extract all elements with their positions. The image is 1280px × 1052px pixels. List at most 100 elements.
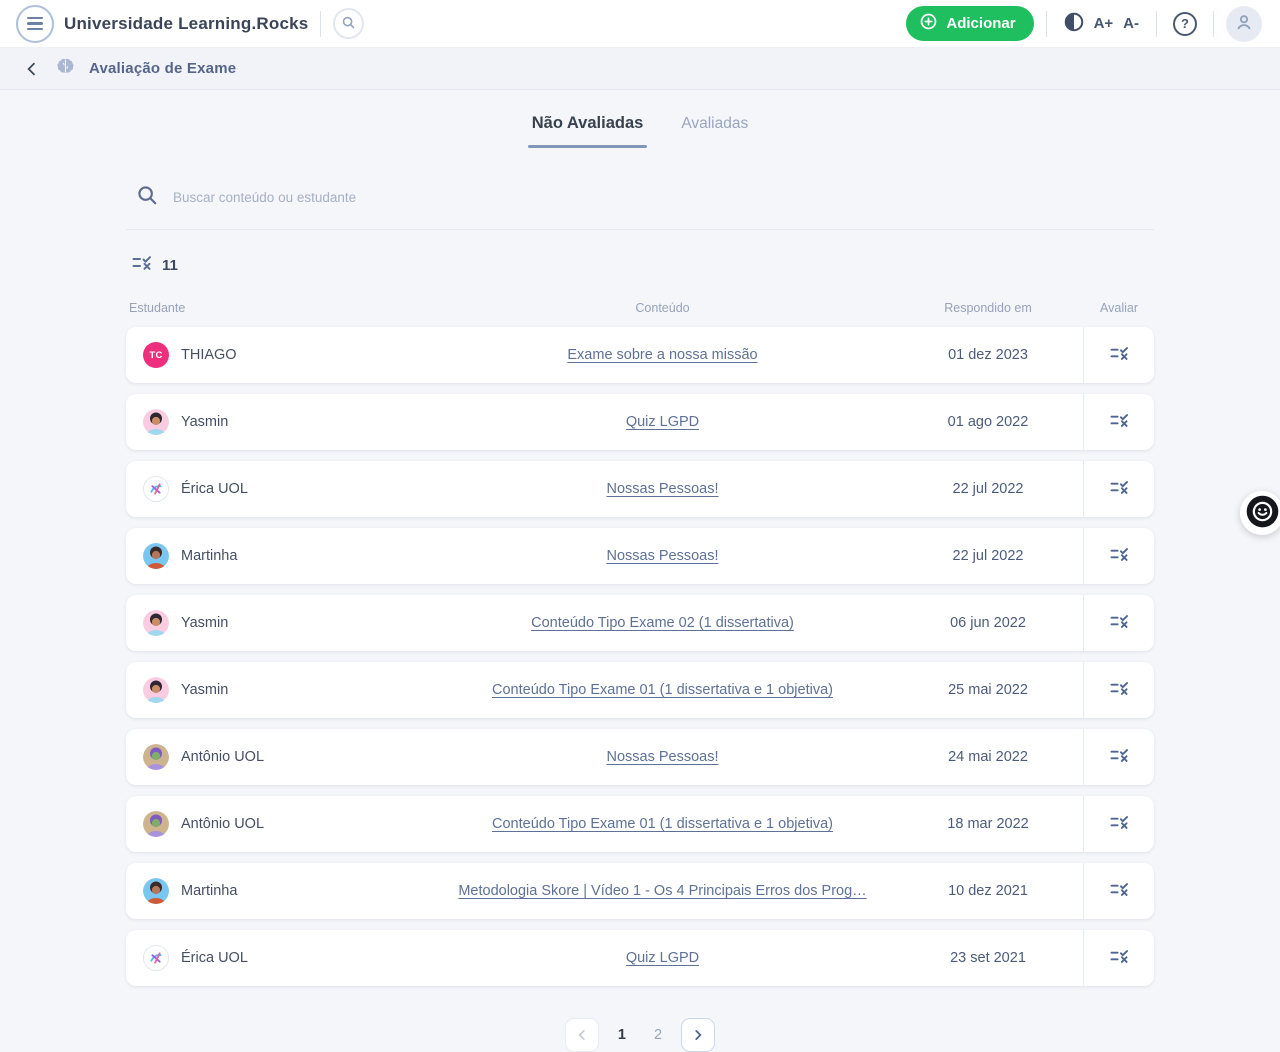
- chevron-left-icon: [578, 1030, 585, 1040]
- content-link[interactable]: Nossas Pessoas!: [606, 481, 718, 497]
- student-cell: Martinha: [126, 528, 432, 584]
- content-cell: Conteúdo Tipo Exame 02 (1 dissertativa): [432, 595, 893, 651]
- pagination-page-1[interactable]: 1: [609, 1023, 635, 1047]
- content-link[interactable]: Conteúdo Tipo Exame 02 (1 dissertativa): [531, 615, 794, 631]
- answered-date: 22 jul 2022: [952, 481, 1024, 497]
- evaluate-icon: [1110, 881, 1129, 901]
- table-row: Antônio UOL Nossas Pessoas! 24 mai 2022: [126, 729, 1154, 785]
- font-decrease-button[interactable]: A-: [1118, 11, 1144, 36]
- evaluate-button[interactable]: [1106, 408, 1133, 436]
- content-cell: Metodologia Skore | Vídeo 1 - Os 4 Princ…: [432, 863, 893, 919]
- student-cell: Antônio UOL: [126, 729, 432, 785]
- content-link[interactable]: Exame sobre a nossa missão: [567, 347, 757, 363]
- content-link[interactable]: Nossas Pessoas!: [606, 548, 718, 564]
- student-name: Yasmin: [181, 615, 229, 631]
- evaluate-button[interactable]: [1106, 743, 1133, 771]
- student-name: Yasmin: [181, 682, 229, 698]
- evaluate-icon: [1110, 613, 1129, 633]
- evaluate-button[interactable]: [1106, 944, 1133, 972]
- plus-circle-icon: [919, 12, 938, 35]
- header-search-button[interactable]: [333, 8, 365, 39]
- answered-date: 01 dez 2023: [948, 347, 1028, 363]
- content-cell: Quiz LGPD: [432, 394, 893, 450]
- student-avatar: [143, 811, 169, 837]
- column-header-estudante: Estudante: [129, 301, 186, 315]
- content-link[interactable]: Metodologia Skore | Vídeo 1 - Os 4 Princ…: [458, 883, 866, 899]
- student-avatar: [143, 543, 169, 569]
- student-name: Érica UOL: [181, 481, 248, 497]
- main-content: Não Avaliadas Avaliadas 11 Estudante Con…: [126, 90, 1154, 1052]
- table-row: TC THIAGO Exame sobre a nossa missão 01 …: [126, 327, 1154, 383]
- evaluate-icon: [1110, 948, 1129, 968]
- pagination-page-2[interactable]: 2: [645, 1023, 671, 1047]
- hamburger-icon: [27, 16, 43, 20]
- back-button[interactable]: [22, 59, 42, 79]
- student-cell: Yasmin: [126, 394, 432, 450]
- evaluate-button[interactable]: [1106, 877, 1133, 905]
- contrast-toggle-button[interactable]: [1059, 9, 1089, 38]
- avaliar-cell: [1084, 461, 1154, 517]
- divider: [1213, 10, 1214, 37]
- table-header: Estudante Conteúdo Respondido em Avaliar: [126, 301, 1154, 315]
- help-button[interactable]: ?: [1169, 10, 1201, 38]
- hamburger-menu-button[interactable]: [16, 4, 54, 43]
- answered-date: 25 mai 2022: [948, 682, 1028, 698]
- student-name: Antônio UOL: [181, 749, 265, 765]
- evaluate-button[interactable]: [1106, 542, 1133, 570]
- evaluate-button[interactable]: [1106, 475, 1133, 503]
- tab-bar: Não Avaliadas Avaliadas: [126, 90, 1154, 148]
- evaluate-button[interactable]: [1106, 810, 1133, 838]
- feedback-button[interactable]: [1240, 491, 1280, 535]
- tab-avaliadas[interactable]: Avaliadas: [677, 114, 752, 148]
- pagination-prev-button[interactable]: [564, 1018, 599, 1052]
- person-icon: [1233, 11, 1255, 36]
- font-increase-button[interactable]: A+: [1089, 11, 1119, 36]
- table-row: Yasmin Conteúdo Tipo Exame 02 (1 dissert…: [126, 595, 1154, 651]
- content-cell: Nossas Pessoas!: [432, 528, 893, 584]
- table-row: Érica UOL Quiz LGPD 23 set 2021: [126, 930, 1154, 986]
- evaluate-icon: [1110, 814, 1129, 834]
- pagination-next-button[interactable]: [681, 1018, 716, 1052]
- question-mark-icon: ?: [1173, 11, 1197, 36]
- content-link[interactable]: Nossas Pessoas!: [606, 749, 718, 765]
- search-icon: [341, 15, 356, 33]
- evaluate-button[interactable]: [1106, 609, 1133, 637]
- search-input[interactable]: [173, 190, 1150, 205]
- student-cell: Érica UOL: [126, 461, 432, 517]
- table-row: Antônio UOL Conteúdo Tipo Exame 01 (1 di…: [126, 796, 1154, 852]
- student-avatar: [143, 409, 169, 435]
- content-link[interactable]: Quiz LGPD: [626, 950, 699, 966]
- evaluate-button[interactable]: [1106, 676, 1133, 704]
- page-title: Avaliação de Exame: [89, 60, 237, 77]
- column-header-avaliar: Avaliar: [1100, 301, 1138, 315]
- answered-date: 23 set 2021: [950, 950, 1026, 966]
- count-number: 11: [162, 257, 178, 274]
- content-cell: Conteúdo Tipo Exame 01 (1 dissertativa e…: [432, 796, 893, 852]
- student-avatar: [143, 476, 169, 502]
- column-header-respondido-em: Respondido em: [944, 301, 1032, 315]
- pagination: 1 2: [126, 1018, 1154, 1052]
- content-cell: Nossas Pessoas!: [432, 729, 893, 785]
- content-link[interactable]: Conteúdo Tipo Exame 01 (1 dissertativa e…: [492, 682, 833, 698]
- avaliar-cell: [1084, 729, 1154, 785]
- add-button[interactable]: Adicionar: [906, 6, 1034, 41]
- search-bar: [126, 184, 1154, 230]
- content-link[interactable]: Conteúdo Tipo Exame 01 (1 dissertativa e…: [492, 816, 833, 832]
- evaluate-button[interactable]: [1106, 341, 1133, 369]
- tab-nao-avaliadas[interactable]: Não Avaliadas: [527, 114, 648, 148]
- user-avatar-button[interactable]: [1226, 5, 1262, 42]
- content-cell: Nossas Pessoas!: [432, 461, 893, 517]
- student-name: Érica UOL: [181, 950, 248, 966]
- student-name: Yasmin: [181, 414, 229, 430]
- results-count: 11: [126, 254, 1154, 277]
- top-bar: Universidade Learning.Rocks Adicionar A+…: [0, 0, 1280, 48]
- content-link[interactable]: Quiz LGPD: [626, 414, 699, 430]
- avaliar-cell: [1084, 863, 1154, 919]
- evaluate-icon: [1110, 680, 1129, 700]
- student-avatar: [143, 878, 169, 904]
- student-avatar: [143, 677, 169, 703]
- student-cell: Érica UOL: [126, 930, 432, 986]
- student-cell: Yasmin: [126, 662, 432, 718]
- avaliar-cell: [1084, 930, 1154, 986]
- evaluate-icon: [1110, 345, 1129, 365]
